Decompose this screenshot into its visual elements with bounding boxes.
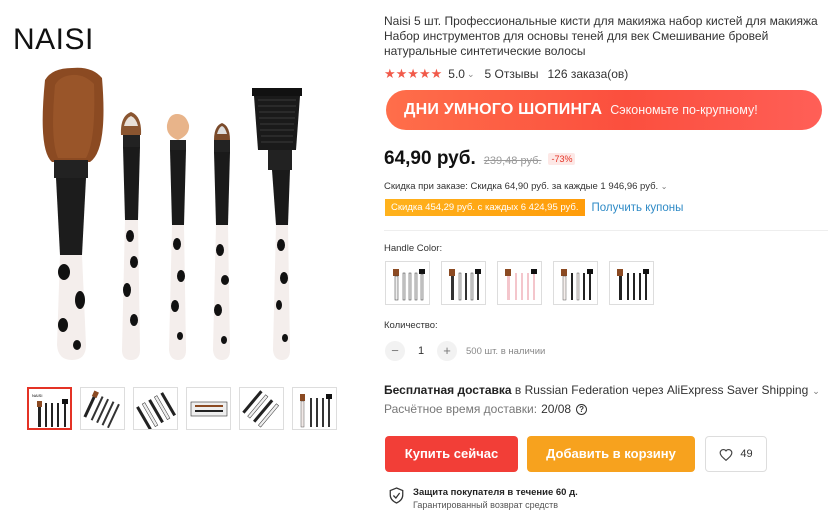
eta-value: 20/08 (541, 402, 572, 416)
help-icon[interactable]: ? (576, 403, 588, 415)
brow-comb-brush (252, 88, 302, 360)
shipping-info[interactable]: Бесплатная доставка в Russian Federation… (384, 383, 820, 397)
quantity-plus-button[interactable]: + (437, 341, 457, 361)
divider (384, 230, 828, 231)
quantity-stepper: − 1 + 500 шт. в наличии (385, 341, 545, 361)
wishlist-count: 49 (740, 448, 753, 460)
thumbnail-6[interactable] (292, 387, 337, 430)
add-to-cart-button[interactable]: Добавить в корзину (527, 436, 695, 472)
eyeshadow-brush (120, 112, 142, 360)
delivery-eta: Расчётное время доставки: 20/08 ? (384, 402, 588, 416)
product-title: Naisi 5 шт. Профессиональные кисти для м… (384, 14, 818, 58)
coupon-tag: Скидка 454,29 руб. с каждых 6 424,95 руб… (385, 199, 585, 216)
powder-brush (42, 67, 104, 360)
protection-subtitle: Гарантированный возврат средств (413, 500, 559, 510)
orders-count: 126 заказа(ов) (547, 67, 629, 81)
color-label: Handle Color: (384, 243, 443, 254)
order-discount[interactable]: Скидка при заказе: Скидка 64,90 руб. за … (384, 181, 668, 192)
thumbnail-4[interactable] (186, 387, 231, 430)
shipping-detail: в Russian Federation через AliExpress Sa… (511, 383, 809, 397)
swatch-black-handle[interactable] (609, 261, 654, 305)
heart-icon (719, 448, 733, 461)
stock-count: 500 шт. в наличии (466, 345, 546, 357)
chevron-down-icon: ⌄ (812, 386, 820, 396)
coupon-row: Скидка 454,29 руб. с каждых 6 424,95 руб… (385, 199, 683, 216)
current-price: 64,90 руб. (384, 148, 476, 169)
thumbnail-2[interactable] (80, 387, 125, 430)
reviews-link[interactable]: 5 Отзывы (485, 67, 539, 81)
swatch-pink-handle[interactable] (497, 261, 542, 305)
svg-text:NAISI: NAISI (32, 393, 42, 398)
star-rating-icon: ★★★★★ (384, 66, 443, 81)
thumbnail-3[interactable] (133, 387, 178, 430)
chevron-down-icon: ⌄ (660, 182, 668, 191)
rating-value[interactable]: 5.0 (448, 67, 465, 81)
protection-title: Защита покупателя в течение 60 д. (413, 487, 578, 498)
discount-badge: -73% (548, 153, 576, 165)
thumbnail-1[interactable]: NAISI (27, 387, 72, 430)
brand-logo: NAISI (13, 23, 94, 56)
main-product-image[interactable]: NAISI (0, 0, 376, 380)
price-row: 64,90 руб. 239,48 руб. -73% (384, 148, 576, 170)
get-coupons-link[interactable]: Получить купоны (592, 202, 684, 214)
wishlist-button[interactable]: 49 (705, 436, 767, 472)
thumbnail-5[interactable] (239, 387, 284, 430)
quantity-input[interactable]: 1 (405, 345, 437, 357)
original-price: 239,48 руб. (483, 155, 542, 167)
eta-label: Расчётное время доставки: (384, 402, 538, 416)
promo-subtitle: Сэкономьте по-крупному! (610, 103, 758, 117)
promo-banner[interactable]: ДНИ УМНОГО ШОПИНГА Сэкономьте по-крупном… (386, 90, 822, 130)
chevron-down-icon[interactable]: ⌄ (467, 69, 475, 80)
product-info-panel: Naisi 5 шт. Профессиональные кисти для м… (384, 0, 832, 522)
shield-check-icon (389, 487, 404, 504)
rating-row: ★★★★★ 5.0 ⌄ 5 Отзывы 126 заказа(ов) (384, 66, 628, 82)
quantity-label: Количество: (384, 320, 438, 331)
color-swatches (385, 261, 654, 305)
free-shipping-label: Бесплатная доставка (384, 383, 512, 397)
small-shadow-brush (213, 123, 230, 360)
brush-set-image (42, 67, 302, 360)
thumbnail-strip: NAISI (27, 387, 337, 430)
order-discount-text: Скидка при заказе: Скидка 64,90 руб. за … (384, 181, 659, 192)
buyer-protection: Защита покупателя в течение 60 д. Гарант… (389, 487, 578, 511)
quantity-minus-button[interactable]: − (385, 341, 405, 361)
swatch-cow-print-handle[interactable] (553, 261, 598, 305)
promo-title: ДНИ УМНОГО ШОПИНГА (404, 101, 603, 118)
swatch-white-black-handle[interactable] (441, 261, 486, 305)
swatch-white-handle[interactable] (385, 261, 430, 305)
buy-now-button[interactable]: Купить сейчас (385, 436, 518, 472)
sponge-applicator (166, 114, 190, 360)
